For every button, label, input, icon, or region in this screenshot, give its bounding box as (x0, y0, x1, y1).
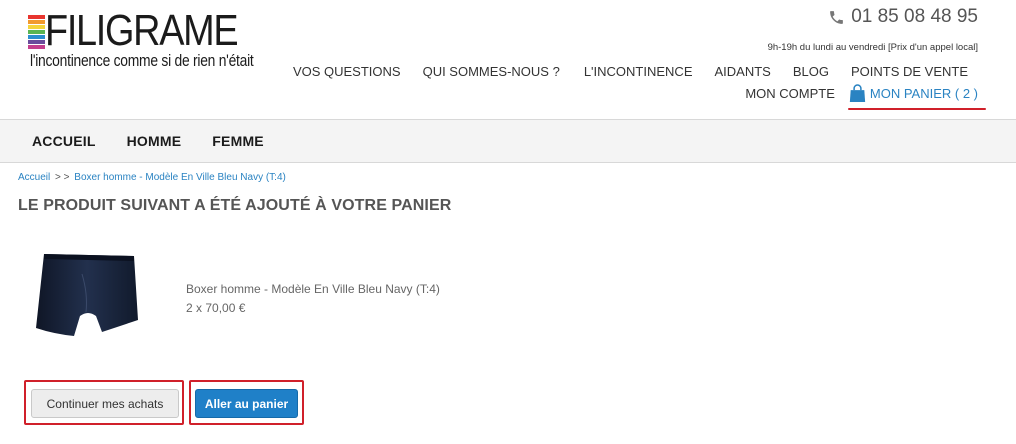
my-account-link[interactable]: MON COMPTE (745, 86, 835, 101)
breadcrumb-home[interactable]: Accueil (18, 172, 50, 183)
shopping-bag-icon (849, 84, 866, 102)
nav-incontinence[interactable]: L'INCONTINENCE (584, 64, 693, 79)
cart-label: MON PANIER ( 2 ) (869, 86, 978, 101)
phone-contact: 01 85 08 48 95 (828, 6, 978, 28)
top-navigation: VOS QUESTIONS QUI SOMMES-NOUS ? L'INCONT… (293, 64, 968, 79)
main-navigation: ACCUEIL HOMME FEMME (0, 119, 1016, 163)
brand-name: FILIGRAME (45, 6, 239, 55)
opening-hours: 9h-19h du lundi au vendredi [Prix d'un a… (767, 42, 978, 53)
phone-number: 01 85 08 48 95 (851, 6, 978, 27)
breadcrumb: Accueil > > Boxer homme - Modèle En Vill… (18, 172, 286, 183)
breadcrumb-current[interactable]: Boxer homme - Modèle En Ville Bleu Navy … (74, 172, 286, 183)
product-quantity-price: 2 x 70,00 € (186, 301, 246, 315)
phone-icon (830, 10, 844, 24)
nav-aidants[interactable]: AIDANTS (715, 64, 771, 79)
nav-femme[interactable]: FEMME (212, 133, 264, 149)
nav-homme[interactable]: HOMME (127, 133, 182, 149)
product-image (36, 254, 138, 336)
logo-stripes (28, 15, 45, 49)
nav-vos-questions[interactable]: VOS QUESTIONS (293, 64, 401, 79)
cart-link[interactable]: MON PANIER ( 2 ) (849, 84, 978, 103)
brand-logo[interactable]: FILIGRAME l'incontinence comme si de rie… (28, 6, 268, 74)
nav-accueil[interactable]: ACCUEIL (32, 133, 96, 149)
nav-points-de-vente[interactable]: POINTS DE VENTE (851, 64, 968, 79)
page-title: LE PRODUIT SUIVANT A ÉTÉ AJOUTÉ À VOTRE … (18, 197, 452, 214)
brand-tagline: l'incontinence comme si de rien n'était (30, 52, 254, 70)
nav-qui-sommes-nous[interactable]: QUI SOMMES-NOUS ? (423, 64, 560, 79)
breadcrumb-separator: > > (55, 172, 70, 183)
account-nav: MON COMPTE MON PANIER ( 2 ) (745, 84, 978, 103)
nav-blog[interactable]: BLOG (793, 64, 829, 79)
cart-highlight-underline (848, 108, 986, 110)
continue-shopping-button[interactable]: Continuer mes achats (31, 389, 179, 418)
product-name: Boxer homme - Modèle En Ville Bleu Navy … (186, 282, 440, 296)
go-to-cart-button[interactable]: Aller au panier (195, 389, 298, 418)
